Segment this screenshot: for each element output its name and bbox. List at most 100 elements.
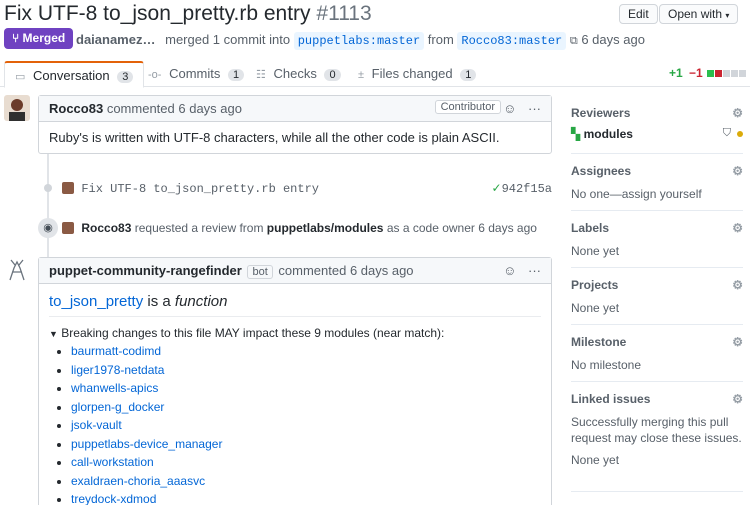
pr-title-text: Fix UTF-8 to_json_pretty.rb entry xyxy=(4,2,311,25)
tab-label: Checks xyxy=(273,66,317,81)
sidebar-title[interactable]: Projects ⚙ xyxy=(571,278,743,292)
module-link[interactable]: call-workstation xyxy=(71,455,154,469)
gear-icon[interactable]: ⚙ xyxy=(732,392,743,406)
gear-icon[interactable]: ⚙ xyxy=(732,106,743,120)
sidebar-title-text: Milestone xyxy=(571,335,627,349)
comment-body: to_json_pretty is a function ▼ Breaking … xyxy=(39,284,551,505)
reviewer-name[interactable]: modules xyxy=(584,127,633,141)
event-text: requested a review from xyxy=(134,221,264,235)
diffstat-neutral-box xyxy=(739,70,746,77)
list-item: exaldraen-choria_aaasvc xyxy=(71,472,541,491)
comment-body: Ruby's is written with UTF-8 characters,… xyxy=(49,130,500,145)
open-with-button[interactable]: Open with ▾ xyxy=(659,4,739,24)
smiley-icon[interactable]: ☺ xyxy=(503,101,516,116)
pr-title: Fix UTF-8 to_json_pretty.rb entry #1113 xyxy=(4,2,372,26)
head-branch[interactable]: Rocco83:master xyxy=(457,32,567,50)
comment-action: commented xyxy=(278,263,347,278)
sidebar-title[interactable]: Milestone ⚙ xyxy=(571,335,743,349)
checklist-icon: ☷ xyxy=(256,69,266,81)
labels-value: None yet xyxy=(571,244,620,258)
comment-time[interactable]: 6 days ago xyxy=(178,101,242,116)
linked-issues-description: Successfully merging this pull request m… xyxy=(571,415,742,445)
sidebar-title-text: Projects xyxy=(571,278,619,292)
comment-time[interactable]: 6 days ago xyxy=(350,263,414,278)
from-text: from xyxy=(427,32,454,47)
comment-action: commented xyxy=(106,101,175,116)
diffstat-add-box xyxy=(707,70,714,77)
kebab-menu-icon[interactable]: ··· xyxy=(528,101,541,116)
avatar[interactable] xyxy=(4,95,30,121)
author-link[interactable]: daianamez… xyxy=(76,32,155,47)
open-with-label: Open with xyxy=(668,7,723,21)
tab-count: 1 xyxy=(460,69,477,81)
sidebar-title[interactable]: Labels ⚙ xyxy=(571,221,743,235)
diffstat-del-box xyxy=(715,70,722,77)
base-branch[interactable]: puppetlabs:master xyxy=(293,32,425,50)
bot-badge: bot xyxy=(247,265,273,279)
commit-sha[interactable]: 942f15a xyxy=(502,182,552,196)
sidebar-title[interactable]: Assignees ⚙ xyxy=(571,164,743,178)
tab-files-changed[interactable]: ± Files changed 1 xyxy=(348,61,486,87)
list-item: treydock-xdmod xyxy=(71,490,541,505)
tab-checks[interactable]: ☷ Checks 0 xyxy=(246,61,351,87)
gear-icon[interactable]: ⚙ xyxy=(732,278,743,292)
sidebar-projects: Projects ⚙ None yet xyxy=(571,278,743,325)
projects-value: None yet xyxy=(571,301,620,315)
commit-message[interactable]: Fix UTF-8 to_json_pretty.rb entry xyxy=(81,182,319,196)
review-request-event: Rocco83 requested a review from puppetla… xyxy=(62,221,537,235)
sidebar-title[interactable]: Reviewers ⚙ xyxy=(571,106,743,120)
function-link[interactable]: to_json_pretty xyxy=(49,293,143,310)
event-team[interactable]: puppetlabs/modules xyxy=(267,221,384,235)
pr-time: 6 days ago xyxy=(581,32,645,47)
avatar[interactable] xyxy=(62,182,74,194)
module-link[interactable]: exaldraen-choria_aaasvc xyxy=(71,474,205,488)
smiley-icon[interactable]: ☺ xyxy=(503,263,516,278)
gear-icon[interactable]: ⚙ xyxy=(732,221,743,235)
sidebar-labels: Labels ⚙ None yet xyxy=(571,221,743,268)
gear-icon[interactable]: ⚙ xyxy=(732,164,743,178)
module-link[interactable]: baurmatt-codimd xyxy=(71,344,161,358)
kebab-menu-icon[interactable]: ··· xyxy=(528,263,541,278)
module-link[interactable]: treydock-xdmod xyxy=(71,492,156,505)
module-link[interactable]: puppetlabs-device_manager xyxy=(71,437,222,451)
team-icon: ▚ xyxy=(571,127,581,141)
tab-conversation[interactable]: ▭ Conversation 3 xyxy=(4,61,145,88)
pr-number: #1113 xyxy=(316,2,372,25)
comment-author[interactable]: Rocco83 xyxy=(49,101,103,116)
diffstat-neutral-box xyxy=(731,70,738,77)
comment-actions: ☺ ··· xyxy=(503,263,541,278)
comment-author[interactable]: puppet-community-rangefinder xyxy=(49,263,242,278)
pending-dot-icon xyxy=(737,131,743,137)
event-time[interactable]: 6 days ago xyxy=(478,221,537,235)
deletions-count: −1 xyxy=(688,66,703,80)
details-summary[interactable]: ▼ Breaking changes to this file MAY impa… xyxy=(49,326,541,340)
gear-icon[interactable]: ⚙ xyxy=(732,335,743,349)
diffstat: +1 −1 xyxy=(669,66,746,80)
module-link[interactable]: liger1978-netdata xyxy=(71,363,164,377)
sidebar-assignees: Assignees ⚙ No one—assign yourself xyxy=(571,164,743,211)
assignees-value[interactable]: No one—assign yourself xyxy=(571,186,743,202)
sidebar-title[interactable]: Linked issues ⚙ xyxy=(571,392,743,406)
commit-sha-group: ✓942f15a xyxy=(492,181,552,196)
tab-label: Commits xyxy=(169,66,221,81)
tab-count: 1 xyxy=(227,69,245,81)
module-link[interactable]: jsok-vault xyxy=(71,418,122,432)
commit-dot xyxy=(44,184,52,192)
module-link[interactable]: whanwells-apics xyxy=(71,381,158,395)
clipboard-icon[interactable]: ⧉ xyxy=(570,35,578,47)
module-link[interactable]: glorpen-g_docker xyxy=(71,400,164,414)
linked-issues-value: None yet xyxy=(571,453,620,467)
heading-text: is a xyxy=(147,293,171,310)
tab-commits[interactable]: -o- Commits 1 xyxy=(138,61,254,87)
edit-button[interactable]: Edit xyxy=(619,4,658,24)
chevron-down-icon: ▾ xyxy=(725,11,730,20)
commit-icon: -o- xyxy=(148,69,162,81)
list-item: call-workstation xyxy=(71,453,541,472)
pr-tabs: ▭ Conversation 3 -o- Commits 1 ☷ Checks … xyxy=(0,61,750,88)
event-user[interactable]: Rocco83 xyxy=(81,221,131,235)
tab-count: 0 xyxy=(324,69,341,81)
avatar[interactable] xyxy=(62,222,74,234)
bot-avatar[interactable] xyxy=(4,256,30,282)
sidebar-title-text: Labels xyxy=(571,221,610,235)
eye-icon: ◉ xyxy=(38,218,58,238)
